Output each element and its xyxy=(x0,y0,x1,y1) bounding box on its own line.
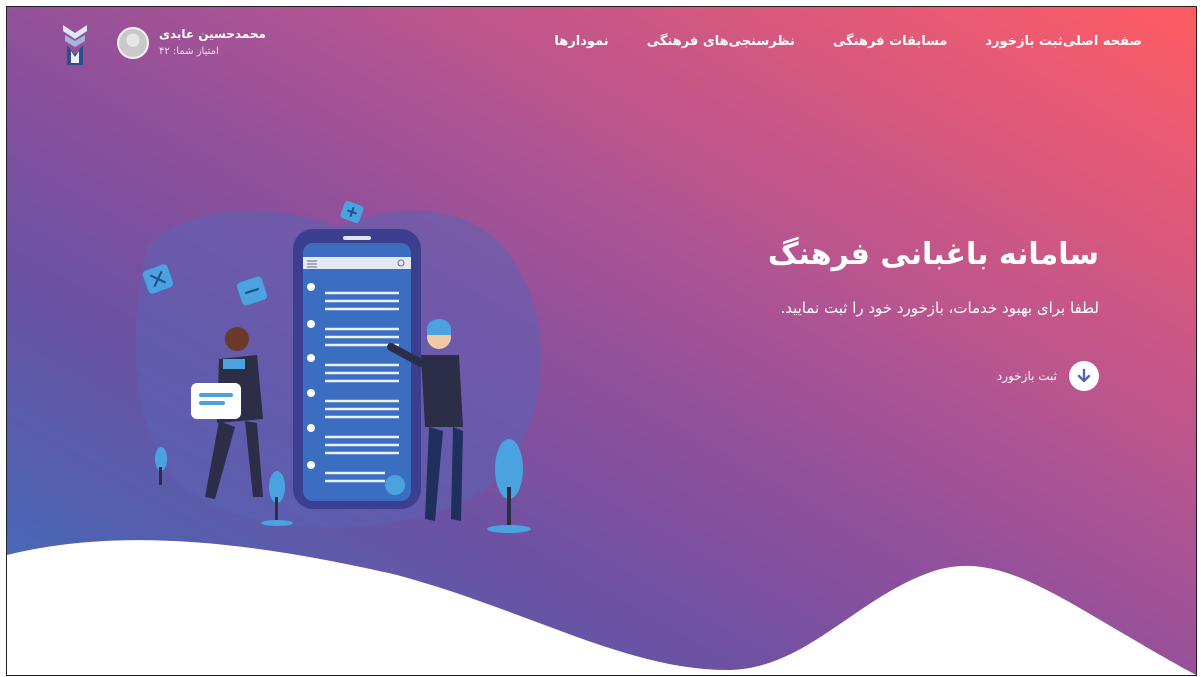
user-name: محمدحسین عابدی xyxy=(159,27,266,41)
feedback-cta-button[interactable]: ثبت بازخورد xyxy=(997,361,1099,391)
user-score-value: ۴۲ xyxy=(159,46,170,57)
user-avatar-icon[interactable] xyxy=(117,27,149,59)
arrow-down-circle-icon xyxy=(1069,361,1099,391)
user-score-label: امتیاز شما: xyxy=(172,46,219,57)
page-frame: محمدحسین عابدی امتیاز شما: ۴۲ صفحه اصلی … xyxy=(6,6,1197,676)
user-score: امتیاز شما: ۴۲ xyxy=(159,46,219,57)
hero-title: سامانه باغبانی فرهنگ xyxy=(767,237,1099,272)
plant-decoration xyxy=(155,447,167,485)
phone-mockup xyxy=(293,229,421,509)
nav-home[interactable]: صفحه اصلی xyxy=(1063,34,1142,49)
navbar: محمدحسین عابدی امتیاز شما: ۴۲ صفحه اصلی … xyxy=(7,7,1196,77)
bottom-wave xyxy=(7,540,1196,675)
hero-subtitle: لطفا برای بهبود خدمات، بازخورد خود را ثب… xyxy=(780,299,1099,317)
nav-feedback[interactable]: ثبت بازخورد xyxy=(985,34,1062,49)
nav-charts[interactable]: نمودارها xyxy=(554,34,608,49)
feedback-cta-label: ثبت بازخورد xyxy=(996,369,1057,383)
nav-competitions[interactable]: مسابقات فرهنگی xyxy=(833,34,948,49)
nav-menu: صفحه اصلی ثبت بازخورد مسابقات فرهنگی نظر… xyxy=(516,34,1142,49)
university-logo-icon[interactable] xyxy=(61,21,89,69)
hero-illustration xyxy=(135,200,541,533)
nav-surveys[interactable]: نظرسنجی‌های فرهنگی xyxy=(647,34,795,49)
